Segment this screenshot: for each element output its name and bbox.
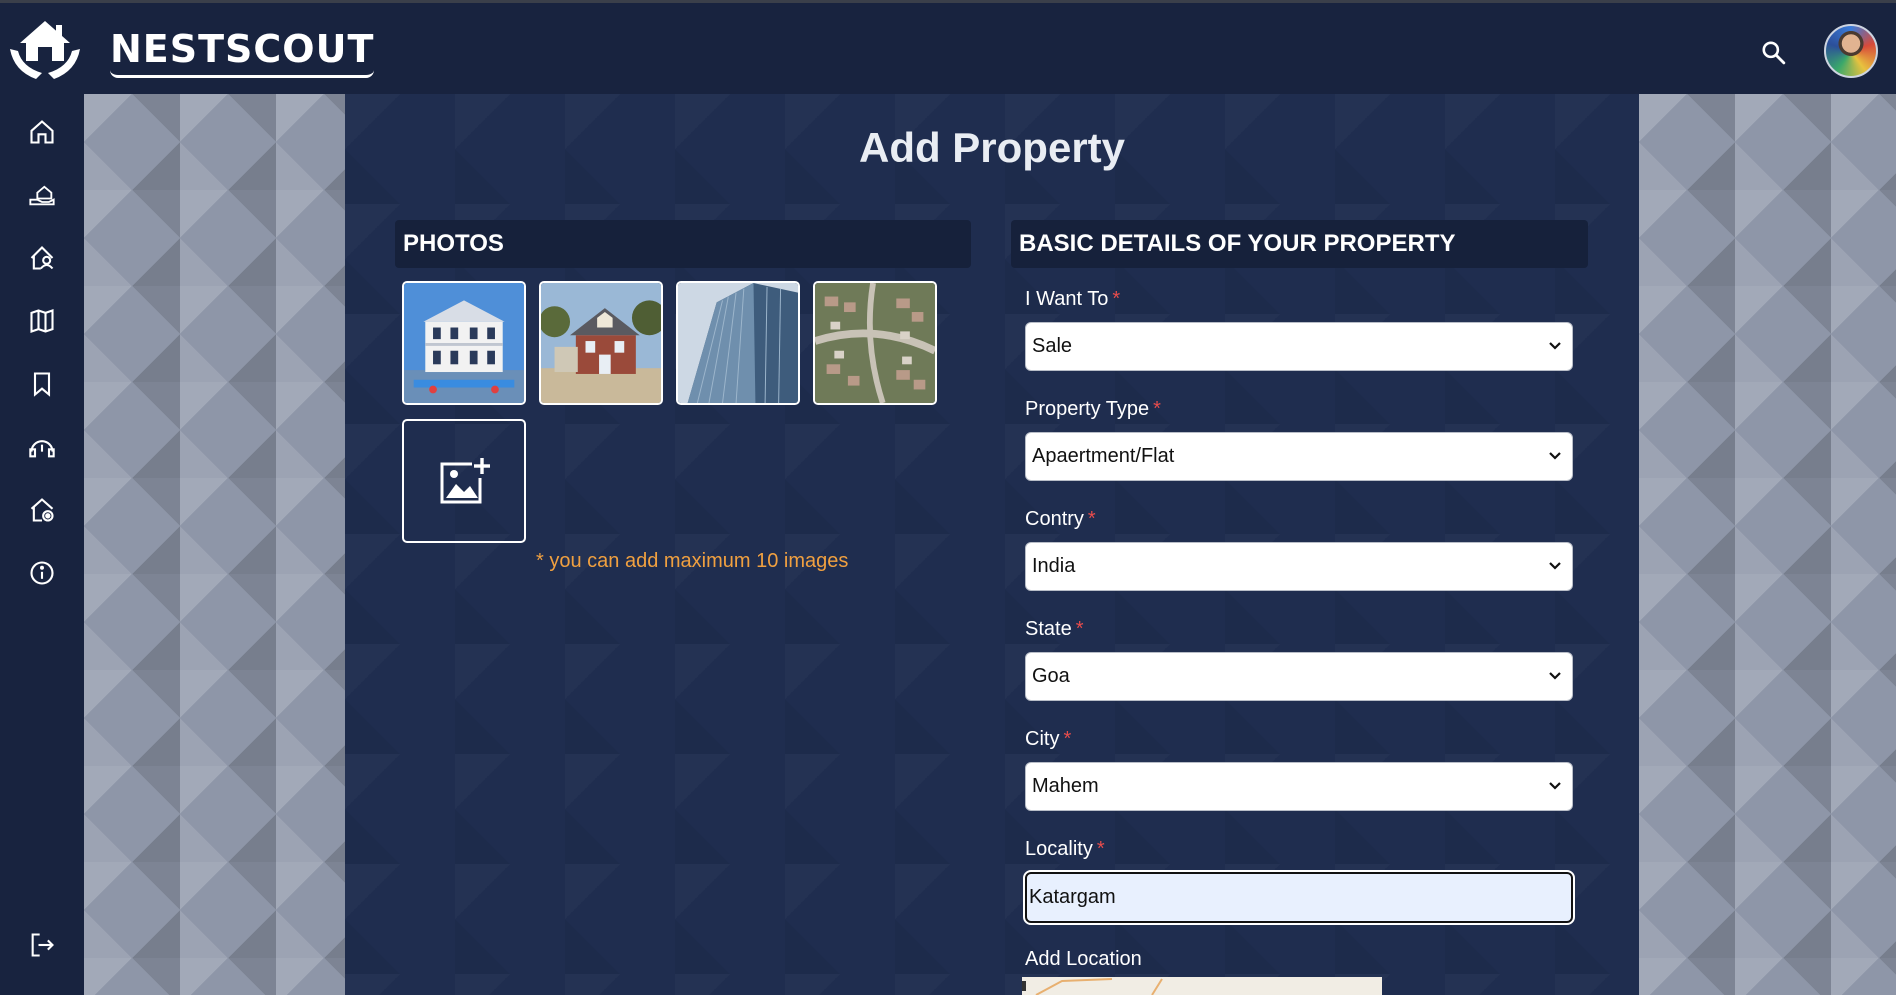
photo-thumbnail[interactable] [676, 281, 800, 405]
want-to-value: Sale [1032, 335, 1073, 357]
photo-brick-house [541, 283, 661, 403]
bookmark-icon[interactable] [26, 368, 58, 400]
required-marker: * [1087, 508, 1096, 530]
location-map[interactable] [1022, 977, 1382, 995]
search-icon[interactable] [1760, 39, 1786, 65]
photo-aerial-neighborhood [815, 283, 935, 403]
chevron-down-icon [1549, 342, 1561, 350]
chevron-down-icon [1549, 672, 1561, 680]
main-content: Add Property PHOTOS * you can add maximu… [345, 94, 1639, 995]
property-type-select[interactable]: Apaertment/Flat [1025, 432, 1573, 481]
add-image-icon [440, 458, 490, 504]
locality-value: Katargam [1029, 886, 1116, 908]
city-value: Mahem [1032, 775, 1099, 797]
user-avatar[interactable] [1824, 24, 1878, 78]
state-label: State * [1025, 618, 1084, 640]
required-marker: * [1063, 728, 1072, 750]
background-pattern-left [84, 94, 345, 995]
country-select[interactable]: India [1025, 542, 1573, 591]
background-pattern-right [1639, 94, 1896, 995]
photo-white-mansion [404, 283, 524, 403]
chevron-down-icon [1549, 782, 1561, 790]
hand-house-icon[interactable] [26, 179, 58, 211]
want-to-label: I Want To * [1025, 288, 1121, 310]
required-marker: * [1096, 838, 1105, 860]
required-marker: * [1075, 618, 1084, 640]
state-value: Goa [1032, 665, 1070, 687]
logout-icon[interactable] [26, 929, 58, 961]
house-settings-icon[interactable] [26, 494, 58, 526]
want-to-select[interactable]: Sale [1025, 322, 1573, 371]
photo-thumbnail[interactable] [539, 281, 663, 405]
add-location-label: Add Location [1025, 948, 1142, 970]
photos-header: PHOTOS [395, 220, 971, 268]
logo-icon[interactable] [6, 15, 84, 85]
max-images-note: * you can add maximum 10 images [536, 550, 849, 572]
photo-thumbnail[interactable] [402, 281, 526, 405]
chevron-down-icon [1549, 562, 1561, 570]
city-label: City * [1025, 728, 1072, 750]
chevron-down-icon [1549, 452, 1561, 460]
property-type-value: Apaertment/Flat [1032, 445, 1175, 467]
photo-thumbnail[interactable] [813, 281, 937, 405]
map-tiles [1022, 977, 1382, 995]
top-bar: NESTSCOUT [0, 0, 1896, 94]
home-icon[interactable] [26, 116, 58, 148]
support-icon[interactable] [26, 431, 58, 463]
house-user-icon[interactable] [26, 242, 58, 274]
add-photo-button[interactable] [402, 419, 526, 543]
country-value: India [1032, 555, 1076, 577]
required-marker: * [1112, 288, 1121, 310]
page-title: Add Property [858, 124, 1126, 171]
info-icon[interactable] [26, 557, 58, 589]
locality-input[interactable]: Katargam [1023, 870, 1575, 925]
locality-label: Locality * [1025, 838, 1105, 860]
property-type-label: Property Type * [1025, 398, 1161, 420]
brand-name[interactable]: NESTSCOUT [110, 27, 375, 78]
country-label: Contry * [1025, 508, 1096, 530]
state-select[interactable]: Goa [1025, 652, 1573, 701]
sidebar [0, 94, 84, 995]
map-icon[interactable] [26, 305, 58, 337]
required-marker: * [1153, 398, 1161, 420]
basic-details-header: BASIC DETAILS OF YOUR PROPERTY [1011, 220, 1588, 268]
photo-glass-tower [678, 283, 798, 403]
city-select[interactable]: Mahem [1025, 762, 1573, 811]
